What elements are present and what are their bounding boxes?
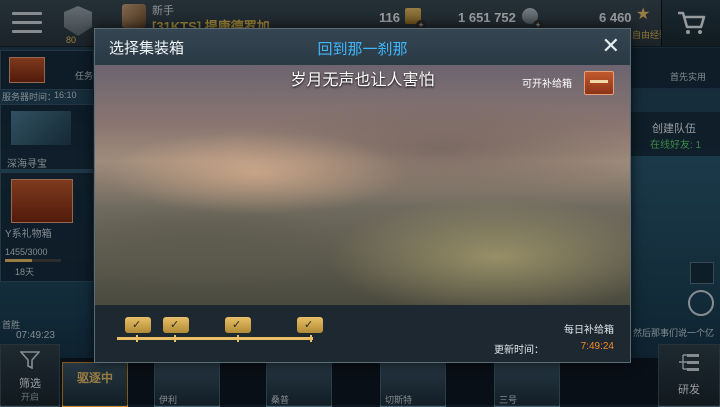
progress-track [117,337,313,340]
check-icon: ✓ [170,319,180,331]
progress-node[interactable]: ✓ [297,317,323,333]
daily-progress-area: ✓ ✓ ✓ ✓ 每日补给箱 更新时间： 7:49:24 [95,305,630,362]
supply-box-icon[interactable] [584,71,614,95]
progress-pin [237,335,239,342]
daily-supply-label: 每日补给箱 [564,325,614,336]
progress-node[interactable]: ✓ [163,317,189,333]
check-icon: ✓ [304,319,314,331]
progress-node[interactable]: ✓ [225,317,251,333]
progress-pin [174,335,176,342]
openable-boxes-label: 可开补给箱 [522,79,572,90]
check-icon: ✓ [132,319,142,331]
container-scene-image: 岁月无声也让人害怕 可开补给箱 [95,65,630,305]
progress-pin [310,335,312,342]
progress-node[interactable]: ✓ [125,317,151,333]
progress-pin [136,335,138,342]
choose-container-dialog: 选择集装箱 回到那一刹那 ✕ 岁月无声也让人害怕 可开补给箱 ✓ ✓ ✓ ✓ 每… [94,28,631,363]
close-icon[interactable]: ✕ [602,33,620,59]
dialog-header: 选择集装箱 回到那一刹那 ✕ [95,29,630,66]
refresh-time-value: 7:49:24 [580,341,614,352]
refresh-time-label: 更新时间： [494,345,544,356]
dialog-subtitle-overlay: 回到那一刹那 [317,41,408,58]
check-icon: ✓ [232,319,242,331]
